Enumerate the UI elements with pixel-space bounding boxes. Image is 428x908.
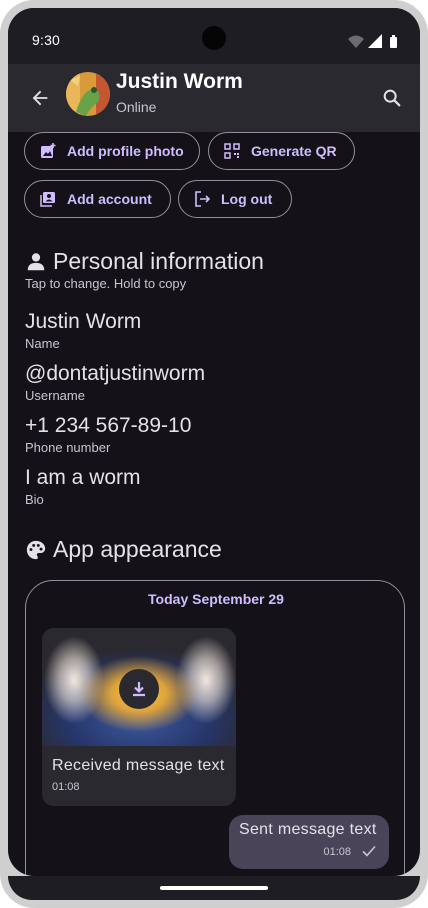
- log-out-label: Log out: [221, 191, 273, 207]
- add-photo-icon: [39, 142, 57, 160]
- camera-cutout: [202, 26, 226, 50]
- back-button[interactable]: [20, 78, 60, 118]
- app-bar: Justin Worm Online: [8, 64, 420, 132]
- add-profile-photo-button[interactable]: Add profile photo: [24, 132, 200, 170]
- arrow-back-icon: [32, 90, 48, 106]
- signal-icon: [368, 34, 382, 48]
- wifi-icon: [348, 35, 364, 48]
- sent-message-time: 01:08: [323, 846, 351, 858]
- download-icon: [133, 682, 145, 697]
- download-button[interactable]: [119, 669, 159, 709]
- phone-label: Phone number: [25, 440, 111, 455]
- date-label: Today September 29: [148, 591, 284, 607]
- name-label: Name: [25, 336, 60, 351]
- gesture-handle[interactable]: [160, 886, 268, 890]
- search-button[interactable]: [372, 78, 412, 118]
- person-icon: [27, 252, 45, 270]
- phone-value[interactable]: +1 234 567-89-10: [25, 414, 191, 438]
- username-label: Username: [25, 388, 85, 403]
- qr-code-icon: [223, 142, 241, 160]
- personal-info-hint: Tap to change. Hold to copy: [25, 276, 187, 291]
- personal-info-header: Personal information: [25, 248, 264, 275]
- name-value[interactable]: Justin Worm: [25, 310, 141, 334]
- personal-info-title: Personal information: [53, 248, 264, 274]
- add-profile-photo-label: Add profile photo: [67, 143, 184, 159]
- screen: 9:30 Justin Worm Online Add profile phot…: [8, 8, 420, 876]
- chat-preview-card: Today September 29 Received message text…: [25, 580, 405, 876]
- generate-qr-label: Generate QR: [251, 143, 337, 159]
- battery-icon: [390, 37, 397, 48]
- check-icon: [362, 845, 376, 857]
- app-appearance-header: App appearance: [25, 536, 222, 563]
- sent-message-bubble: Sent message text 01:08: [229, 815, 389, 869]
- add-account-label: Add account: [67, 191, 152, 207]
- bio-label: Bio: [25, 492, 44, 507]
- status-icons: [348, 34, 397, 48]
- logout-icon: [193, 190, 211, 208]
- search-icon: [383, 89, 401, 107]
- sent-message-text: Sent message text: [239, 821, 377, 838]
- log-out-button[interactable]: Log out: [178, 180, 292, 218]
- bio-value[interactable]: I am a worm: [25, 466, 141, 490]
- generate-qr-button[interactable]: Generate QR: [208, 132, 355, 170]
- avatar-image: [66, 72, 110, 116]
- received-message-bubble: Received message text 01:08: [42, 628, 236, 806]
- online-status: Online: [116, 99, 157, 115]
- add-account-button[interactable]: Add account: [24, 180, 171, 218]
- username-value[interactable]: @dontatjustinworm: [25, 362, 205, 386]
- add-account-icon: [39, 190, 57, 208]
- status-bar: 9:30: [8, 8, 420, 64]
- palette-icon: [26, 540, 46, 559]
- received-message-text: Received message text: [52, 757, 225, 774]
- received-message-time: 01:08: [52, 781, 80, 793]
- status-time: 9:30: [32, 32, 61, 48]
- page-title: Justin Worm: [116, 70, 243, 93]
- avatar[interactable]: [66, 72, 110, 116]
- app-appearance-title: App appearance: [53, 536, 222, 562]
